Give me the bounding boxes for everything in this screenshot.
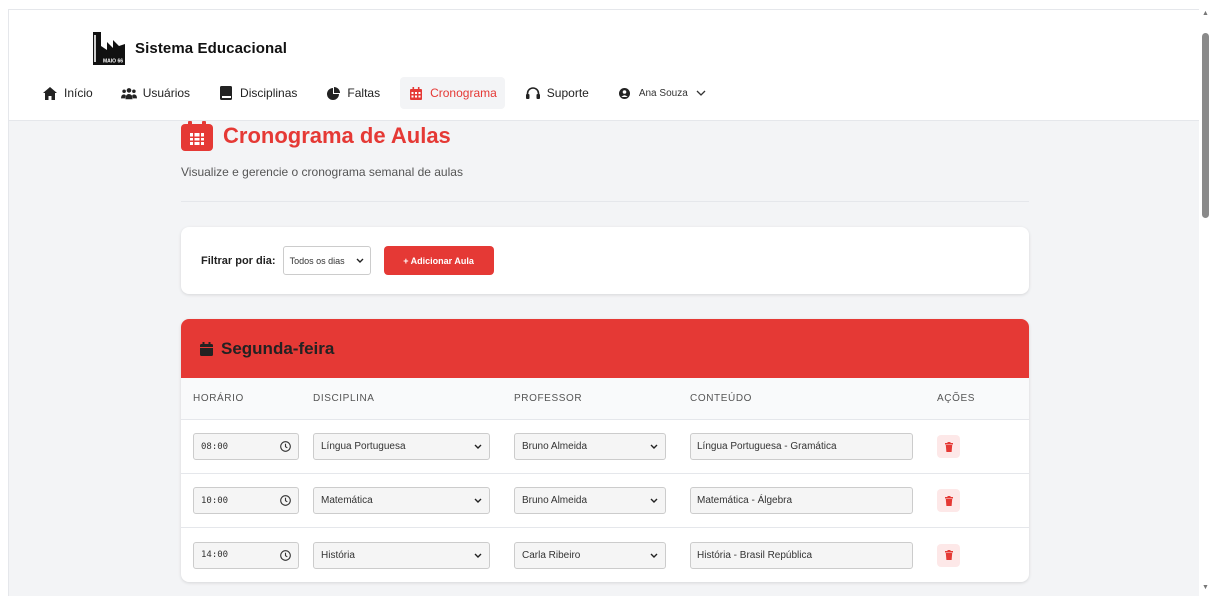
disciplina-select[interactable]: História	[313, 541, 490, 569]
professor-select[interactable]: Bruno Almeida	[514, 487, 666, 514]
calendar-icon	[181, 121, 213, 151]
scrollbar-thumb[interactable]	[1202, 33, 1209, 218]
chevron-down-icon	[696, 90, 706, 96]
clock-icon[interactable]	[280, 441, 291, 452]
time-value: 14:00	[201, 550, 229, 560]
filter-card: Filtrar por dia: Todos os dias + Adicion…	[181, 227, 1029, 294]
time-value: 08:00	[201, 441, 229, 452]
conteudo-input[interactable]: Língua Portuguesa - Gramática	[690, 433, 913, 460]
disciplina-select[interactable]: Matemática	[313, 487, 490, 514]
professor-value: Carla Ribeiro	[522, 549, 581, 561]
trash-icon	[944, 495, 953, 506]
brand-name: Sistema Educacional	[135, 40, 287, 57]
table-row: 10:00 Matemática Bruno Almeida Matemátic…	[181, 474, 1029, 528]
delete-button[interactable]	[937, 489, 960, 512]
clock-icon[interactable]	[280, 495, 291, 506]
top-header: MAIO 66 Sistema Educacional Início Usuár…	[9, 10, 1199, 121]
nav-item-cronograma[interactable]: Cronograma	[400, 77, 505, 109]
logo-icon: MAIO 66	[93, 32, 125, 65]
delete-button[interactable]	[937, 435, 960, 458]
add-class-button[interactable]: + Adicionar Aula	[383, 246, 494, 275]
professor-select[interactable]: Bruno Almeida	[514, 433, 666, 460]
users-icon	[120, 85, 137, 101]
disciplina-value: Matemática	[321, 495, 373, 506]
headset-icon	[525, 85, 541, 101]
nav-item-disciplinas[interactable]: Disciplinas	[210, 77, 305, 109]
page-title: Cronograma de Aulas	[181, 121, 1029, 151]
nav-item-suporte[interactable]: Suporte	[517, 77, 597, 109]
professor-value: Bruno Almeida	[522, 441, 588, 452]
nav-label-disciplinas: Disciplinas	[240, 86, 298, 100]
day-filter-value: Todos os dias	[289, 255, 345, 266]
page-title-text: Cronograma de Aulas	[223, 123, 451, 148]
time-input[interactable]: 10:00	[193, 487, 299, 514]
chevron-down-icon	[356, 258, 364, 263]
clock-icon[interactable]	[280, 549, 291, 561]
column-header-conteudo: CONTEÚDO	[690, 393, 753, 404]
column-header-horario: HORÁRIO	[193, 393, 244, 404]
day-filter-select[interactable]: Todos os dias	[282, 246, 371, 275]
conteudo-input[interactable]: Matemática - Álgebra	[690, 487, 913, 514]
main-content: Cronograma de Aulas Visualize e gerencie…	[181, 121, 1029, 582]
day-card: Segunda-feira HORÁRIO DISCIPLINA PROFESS…	[181, 319, 1029, 582]
time-input[interactable]: 14:00	[193, 541, 299, 569]
page-subtitle: Visualize e gerencie o cronograma semana…	[181, 165, 463, 179]
column-header-acoes: AÇÕES	[937, 393, 976, 404]
table-header: HORÁRIO DISCIPLINA PROFESSOR CONTEÚDO AÇ…	[181, 378, 1029, 420]
calendar-icon	[408, 85, 424, 101]
main-nav: Início Usuários Disciplinas Faltas Crono…	[34, 77, 726, 109]
user-circle-icon	[617, 85, 633, 101]
brand[interactable]: MAIO 66 Sistema Educacional	[93, 32, 287, 65]
time-value: 10:00	[201, 495, 229, 506]
day-header: Segunda-feira	[181, 319, 1029, 378]
professor-select[interactable]: Carla Ribeiro	[514, 541, 666, 569]
chevron-down-icon	[650, 498, 658, 503]
nav-item-faltas[interactable]: Faltas	[317, 77, 388, 109]
disciplina-value: História	[321, 549, 355, 561]
calendar-icon	[200, 341, 213, 356]
delete-button[interactable]	[937, 543, 960, 567]
nav-item-inicio[interactable]: Início	[34, 77, 101, 109]
column-header-professor: PROFESSOR	[514, 393, 583, 404]
logo-text: MAIO 66	[103, 59, 123, 65]
chevron-down-icon	[474, 444, 482, 449]
pie-chart-icon	[325, 85, 341, 101]
disciplina-value: Língua Portuguesa	[321, 441, 406, 452]
disciplina-select[interactable]: Língua Portuguesa	[313, 433, 490, 460]
vertical-scrollbar[interactable]: ▲ ▼	[1199, 0, 1212, 596]
home-icon	[42, 85, 58, 101]
chevron-down-icon	[474, 553, 482, 558]
table-row: 08:00 Língua Portuguesa Bruno Almeida Lí…	[181, 420, 1029, 474]
trash-icon	[944, 550, 953, 560]
nav-item-usuarios[interactable]: Usuários	[113, 77, 198, 109]
professor-value: Bruno Almeida	[522, 495, 588, 506]
user-menu[interactable]: Ana Souza	[609, 77, 714, 109]
nav-label-usuarios: Usuários	[142, 86, 191, 100]
table-row: 14:00 História Carla Ribeiro História - …	[181, 528, 1029, 582]
nav-label-suporte: Suporte	[546, 86, 589, 100]
scroll-up-arrow-icon[interactable]: ▲	[1202, 10, 1209, 17]
book-icon	[218, 85, 234, 101]
column-header-disciplina: DISCIPLINA	[313, 393, 375, 404]
filter-label: Filtrar por dia:	[201, 254, 276, 267]
trash-icon	[944, 441, 953, 452]
nav-label-inicio: Início	[64, 86, 93, 100]
scroll-down-arrow-icon[interactable]: ▼	[1202, 584, 1209, 591]
conteudo-input[interactable]: História - Brasil República	[690, 541, 913, 569]
day-title: Segunda-feira	[221, 338, 335, 358]
nav-label-faltas: Faltas	[347, 86, 381, 100]
chevron-down-icon	[474, 498, 482, 503]
chevron-down-icon	[650, 444, 658, 449]
chevron-down-icon	[650, 553, 658, 558]
time-input[interactable]: 08:00	[193, 433, 299, 460]
user-name: Ana Souza	[638, 87, 688, 99]
divider	[181, 201, 1029, 202]
nav-label-cronograma: Cronograma	[430, 86, 497, 100]
app-window: MAIO 66 Sistema Educacional Início Usuár…	[8, 9, 1199, 596]
